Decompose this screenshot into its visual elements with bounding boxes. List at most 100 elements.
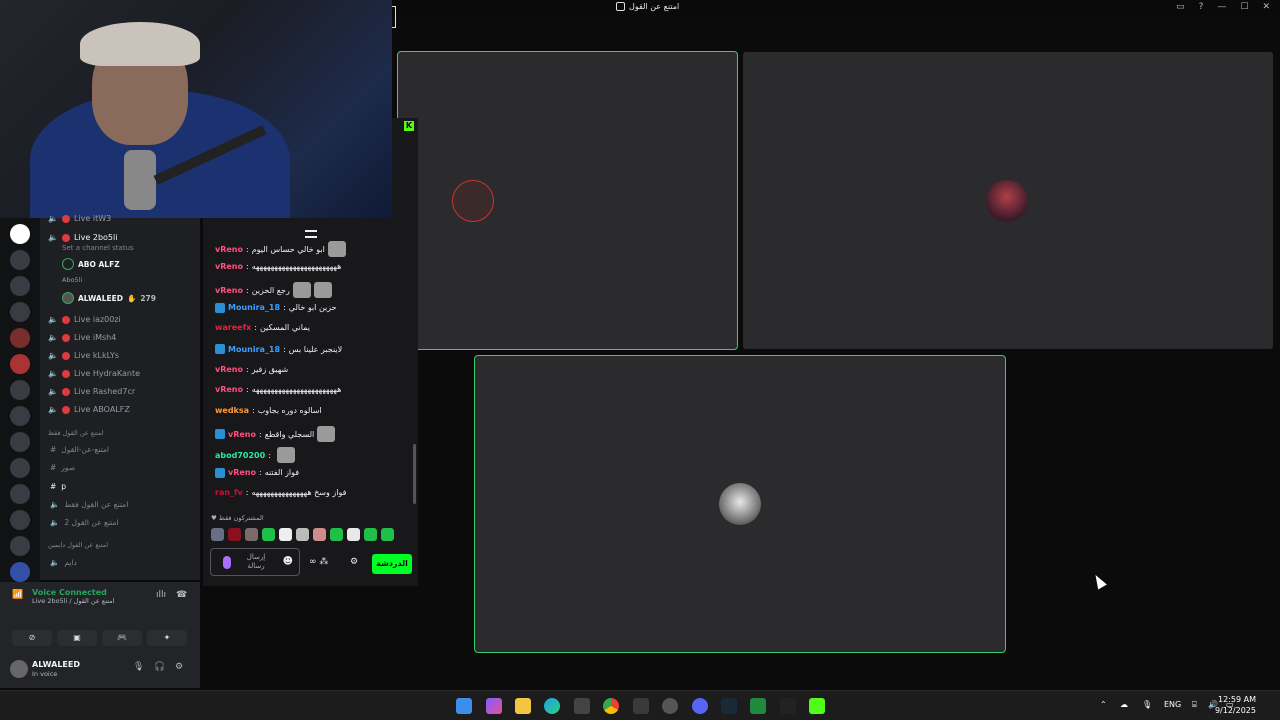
voice-channel[interactable]: 🔈 Live iMsh4 — [48, 333, 116, 342]
server-icon[interactable] — [10, 406, 30, 426]
copilot-icon[interactable] — [486, 698, 502, 714]
channel-status[interactable]: Set a channel status — [62, 244, 134, 252]
chat-emote[interactable] — [292, 282, 311, 299]
voice-member[interactable]: ABO ALFZ — [62, 258, 120, 270]
server-icon[interactable] — [10, 484, 30, 504]
chat-input[interactable]: إرسال رسالة ☻ — [210, 548, 300, 576]
tray-overflow-icon[interactable]: ⌃ — [1100, 700, 1107, 709]
voice-icon[interactable] — [223, 556, 231, 569]
server-icon[interactable] — [10, 432, 30, 452]
discord-icon[interactable] — [692, 698, 708, 714]
chat-username[interactable]: wedksa — [215, 406, 249, 415]
text-channel[interactable]: # صور — [50, 463, 75, 472]
voice-member[interactable]: ALWALEED ✋ 279 — [62, 292, 156, 304]
server-icon[interactable] — [10, 302, 30, 322]
points-icon[interactable]: ∞ ⁂ — [309, 557, 328, 567]
emote[interactable] — [228, 528, 241, 541]
text-channel[interactable]: # p — [50, 482, 66, 491]
voice-channel[interactable]: 🔈 امتنع عن القول فقط — [50, 500, 128, 509]
obs-icon[interactable] — [662, 698, 678, 714]
voice-channel[interactable]: 🔈 Live iaz00zi — [48, 315, 121, 324]
chat-emote[interactable] — [276, 447, 295, 463]
chat-settings-icon[interactable]: ⚙ — [350, 557, 358, 567]
emote[interactable] — [347, 528, 360, 541]
emote[interactable] — [262, 528, 275, 541]
activity-button[interactable]: 🎮 — [102, 630, 142, 646]
camera-button[interactable]: ⊘ — [12, 630, 52, 646]
help-icon[interactable]: ? — [1199, 2, 1204, 12]
emote[interactable] — [313, 528, 326, 541]
chat-username[interactable]: vReno — [215, 286, 243, 295]
video-tile-2[interactable] — [743, 52, 1273, 349]
video-tile-1[interactable] — [397, 51, 738, 350]
chat-username[interactable]: vReno — [215, 245, 243, 254]
noise-suppression-icon[interactable]: ıllı — [156, 590, 166, 600]
calculator-icon[interactable] — [633, 698, 649, 714]
chat-username[interactable]: Mounira_18 — [228, 303, 280, 312]
edge-icon[interactable] — [544, 698, 560, 714]
emote[interactable] — [381, 528, 394, 541]
server-icon[interactable] — [10, 458, 30, 478]
username[interactable]: ALWALEED — [32, 660, 80, 669]
server-icon[interactable] — [10, 510, 30, 530]
voice-channel-active[interactable]: 🔈 Live 2bo5li — [48, 233, 117, 242]
kick-icon[interactable] — [809, 698, 825, 714]
voice-channel[interactable]: 🔈 Live itW3 — [48, 214, 111, 223]
chat-username[interactable]: vReno — [228, 430, 256, 439]
close-button[interactable]: ✕ — [1262, 2, 1270, 12]
onedrive-icon[interactable]: ☁ — [1120, 700, 1128, 709]
video-tile-3[interactable] — [474, 355, 1006, 653]
steam-icon[interactable] — [721, 698, 737, 714]
emote[interactable] — [296, 528, 309, 541]
soundboard-button[interactable]: ✦ — [147, 630, 187, 646]
clock[interactable]: 12:59 AM 9/12/2025 — [1215, 694, 1256, 716]
voice-channel[interactable]: 🔈 دايم — [50, 558, 77, 567]
server-icon[interactable] — [10, 562, 30, 582]
server-icon[interactable] — [10, 328, 30, 348]
excel-icon[interactable] — [750, 698, 766, 714]
voice-connected-label[interactable]: Voice Connected — [32, 588, 107, 597]
server-icon[interactable] — [10, 380, 30, 400]
mic-icon[interactable]: 🎙 — [133, 662, 144, 672]
mic-tray-icon[interactable]: 🎙 — [1142, 700, 1152, 709]
chat-username[interactable]: abod70200 — [215, 451, 265, 460]
chat-username[interactable]: ran_fv — [215, 488, 243, 497]
voice-member[interactable]: Abo5li — [62, 276, 82, 284]
category-header[interactable]: امتنع عن القول فقط — [48, 429, 103, 437]
store-icon[interactable] — [574, 698, 590, 714]
voice-channel[interactable]: 🔈 Live Rashed7cr — [48, 387, 135, 396]
file-explorer-icon[interactable] — [515, 698, 531, 714]
kick-logo-icon[interactable]: K — [404, 121, 414, 131]
chrome-icon[interactable] — [603, 698, 619, 714]
server-icon[interactable] — [10, 354, 30, 374]
emoji-icon[interactable]: ☻ — [283, 556, 293, 567]
emote[interactable] — [279, 528, 292, 541]
minimize-button[interactable]: — — [1217, 2, 1226, 12]
maximize-button[interactable]: ☐ — [1240, 2, 1248, 12]
chat-username[interactable]: wareefx — [215, 323, 251, 332]
chat-username[interactable]: vReno — [215, 385, 243, 394]
voice-channel[interactable]: 🔈 امتنع عن القول 2 — [50, 518, 119, 527]
emote[interactable] — [245, 528, 258, 541]
pinned-icon[interactable] — [305, 230, 317, 238]
chat-scrollbar[interactable] — [413, 444, 416, 504]
avatar[interactable] — [10, 660, 28, 678]
emote[interactable] — [330, 528, 343, 541]
voice-channel[interactable]: 🔈 Live kLkLYs — [48, 351, 119, 360]
chat-emote[interactable] — [327, 241, 346, 257]
start-icon[interactable] — [456, 698, 472, 714]
voice-channel[interactable]: 🔈 Live ABOALFZ — [48, 405, 130, 414]
network-icon[interactable]: ⌸ — [1192, 700, 1197, 710]
chat-username[interactable]: vReno — [215, 262, 243, 271]
category-header[interactable]: امتنع عن القول دايمين — [48, 541, 108, 549]
settings-gear-icon[interactable]: ⚙ — [175, 662, 183, 672]
chat-emote[interactable] — [313, 282, 332, 299]
app-icon[interactable] — [780, 698, 796, 714]
emote[interactable] — [364, 528, 377, 541]
server-icon[interactable] — [10, 224, 30, 244]
chat-username[interactable]: vReno — [215, 365, 243, 374]
screen-share-button[interactable]: ▣ — [57, 630, 97, 646]
language-indicator[interactable]: ENG — [1164, 700, 1181, 709]
text-channel[interactable]: # امتنع-عن-القول — [50, 445, 109, 454]
server-icon[interactable] — [10, 250, 30, 270]
